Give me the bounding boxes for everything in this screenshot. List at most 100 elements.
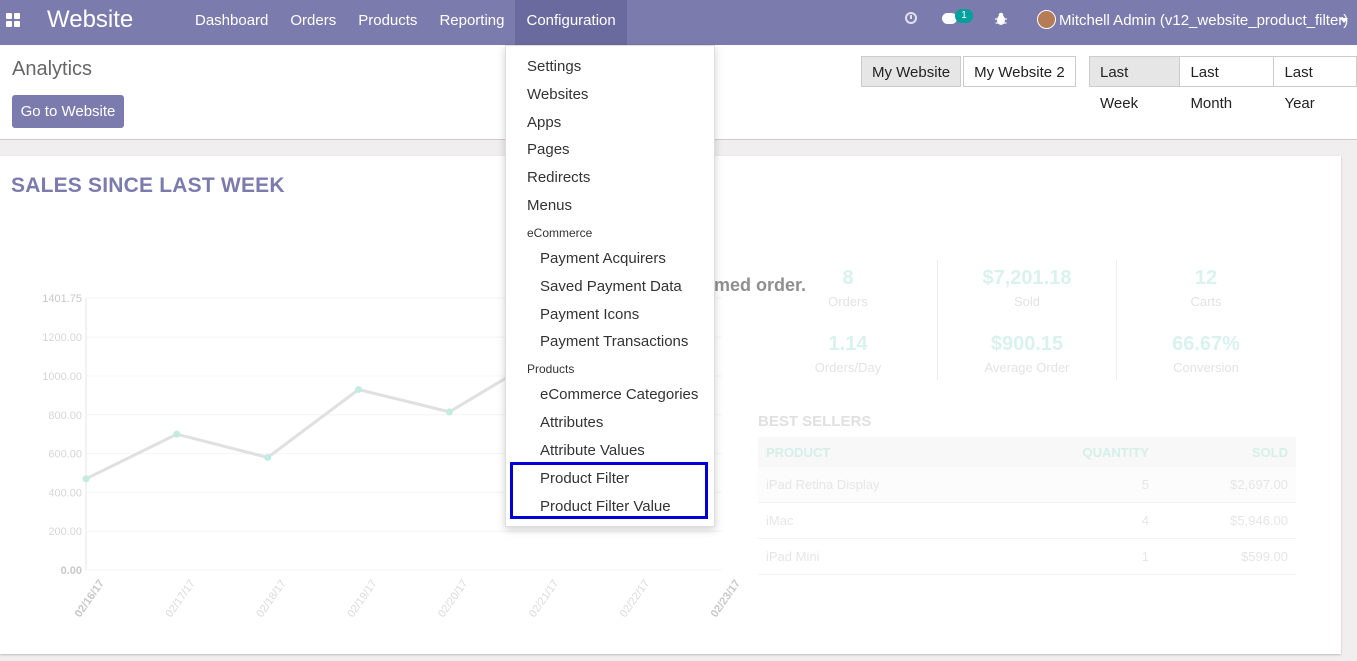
stat-value: 12 — [1194, 267, 1218, 289]
chat-count-badge: 1 — [955, 9, 973, 23]
cell-quantity: 5 — [1001, 467, 1157, 503]
top-navbar: Website Dashboard Orders Products Report… — [0, 0, 1357, 45]
website-switcher: My Website My Website 2 — [861, 56, 1076, 87]
cell-sold: $2,697.00 — [1156, 467, 1296, 503]
chevron-down-icon[interactable] — [1340, 18, 1348, 23]
stat-label: Orders/Day — [814, 360, 882, 375]
stat-label: Carts — [1190, 294, 1222, 309]
x-tick-label: 02/21/17 — [527, 578, 561, 620]
x-tick-label: 02/17/17 — [163, 578, 197, 620]
x-tick-label: 02/23/17 — [709, 578, 740, 620]
dropdown-item-menus[interactable]: Menus — [506, 193, 714, 219]
period-switcher: Last Week Last Month Last Year — [1089, 56, 1357, 112]
highlight-box — [510, 462, 708, 519]
best-sellers-title: BEST SELLERS — [758, 413, 872, 430]
stat-label: Conversion — [1173, 360, 1239, 375]
stat-sold: $7,201.18 Sold — [938, 267, 1116, 309]
cell-sold: $5,946.00 — [1156, 502, 1296, 539]
stat-conversion: 66.67% Conversion — [1117, 333, 1295, 375]
menu-orders[interactable]: Orders — [279, 0, 347, 45]
stat-average-order: $900.15 Average Order — [938, 333, 1116, 375]
table-row[interactable]: iMac 4 $5,946.00 — [758, 502, 1296, 539]
menu-dashboard[interactable]: Dashboard — [184, 0, 279, 45]
menu-products[interactable]: Products — [347, 0, 428, 45]
y-tick-label: 1401.75 — [42, 293, 82, 305]
data-point[interactable] — [173, 430, 181, 438]
y-tick-label: 400.00 — [48, 487, 82, 499]
stat-divider — [937, 260, 938, 380]
y-tick-label: 600.00 — [48, 449, 82, 461]
dropdown-item-attribute-values[interactable]: Attribute Values — [506, 438, 714, 464]
x-tick-label: 02/20/17 — [436, 578, 470, 620]
stat-value: $7,201.18 — [982, 267, 1072, 289]
apps-icon[interactable] — [6, 13, 20, 27]
stat-value: $900.15 — [990, 333, 1064, 355]
menu-configuration[interactable]: Configuration — [515, 0, 627, 45]
table-header-row: PRODUCT QUANTITY SOLD — [758, 437, 1296, 467]
cell-sold: $599.00 — [1156, 538, 1296, 575]
dropdown-item-pages[interactable]: Pages — [506, 137, 714, 163]
go-to-website-button[interactable]: Go to Website — [12, 95, 124, 128]
stat-divider — [1116, 260, 1117, 380]
app-brand[interactable]: Website — [47, 6, 133, 34]
y-tick-label: 1000.00 — [42, 371, 82, 383]
dropdown-item-payment-icons[interactable]: Payment Icons — [506, 302, 714, 328]
breadcrumb: Analytics — [12, 58, 93, 80]
y-tick-label: 800.00 — [48, 410, 82, 422]
main-menu: Dashboard Orders Products Reporting Conf… — [184, 0, 627, 45]
website-button-my-website[interactable]: My Website — [861, 56, 962, 87]
column-sold: SOLD — [1156, 437, 1296, 467]
website-button-my-website-2[interactable]: My Website 2 — [963, 56, 1076, 87]
data-point[interactable] — [264, 453, 272, 461]
dropdown-header-products: Products — [527, 362, 575, 376]
x-tick-label: 02/16/17 — [73, 578, 107, 620]
dropdown-item-settings[interactable]: Settings — [506, 54, 714, 80]
dropdown-item-payment-acquirers[interactable]: Payment Acquirers — [506, 246, 714, 272]
period-last-week[interactable]: Last Week — [1089, 56, 1181, 112]
dropdown-item-attributes[interactable]: Attributes — [506, 410, 714, 436]
stat-value: 8 — [842, 267, 854, 289]
cell-product: iPad Retina Display — [758, 467, 1002, 503]
stat-carts: 12 Carts — [1117, 267, 1295, 309]
x-tick-label: 02/19/17 — [345, 578, 379, 620]
menu-reporting[interactable]: Reporting — [428, 0, 515, 45]
clock-icon[interactable] — [905, 12, 917, 24]
sales-title: SALES SINCE LAST WEEK — [11, 174, 285, 197]
avatar[interactable] — [1037, 10, 1056, 29]
table-row[interactable]: iPad Mini 1 $599.00 — [758, 538, 1296, 575]
y-tick-label: 200.00 — [48, 526, 82, 538]
cell-product: iPad Mini — [758, 538, 1002, 575]
stat-orders: 8 Orders — [759, 267, 937, 309]
dropdown-item-ecommerce-categories[interactable]: eCommerce Categories — [506, 382, 714, 408]
user-menu[interactable]: Mitchell Admin (v12_website_product_filt… — [1059, 0, 1348, 41]
stat-orders-per-day: 1.14 Orders/Day — [759, 333, 937, 375]
dropdown-item-websites[interactable]: Websites — [506, 82, 714, 108]
stat-label: Orders — [828, 294, 868, 309]
data-point[interactable] — [82, 475, 90, 483]
stat-label: Average Order — [984, 360, 1070, 375]
stat-value: 1.14 — [828, 333, 868, 355]
cell-quantity: 1 — [1001, 538, 1157, 575]
column-product: PRODUCT — [758, 437, 1002, 467]
period-last-year[interactable]: Last Year — [1273, 56, 1357, 112]
bug-icon[interactable] — [995, 12, 1007, 26]
table-row[interactable]: iPad Retina Display 5 $2,697.00 — [758, 467, 1296, 503]
cell-product: iMac — [758, 502, 1002, 539]
dropdown-header-ecommerce: eCommerce — [527, 226, 593, 240]
x-tick-label: 02/18/17 — [254, 578, 288, 620]
data-point[interactable] — [355, 386, 363, 394]
period-last-month[interactable]: Last Month — [1179, 56, 1275, 112]
stat-label: Sold — [1013, 294, 1041, 309]
data-point[interactable] — [445, 408, 453, 416]
y-tick-label: 0.00 — [61, 565, 82, 577]
x-tick-label: 02/22/17 — [618, 578, 652, 620]
dropdown-item-redirects[interactable]: Redirects — [506, 165, 714, 191]
dropdown-item-saved-payment-data[interactable]: Saved Payment Data — [506, 274, 714, 300]
column-quantity: QUANTITY — [1001, 437, 1157, 467]
dropdown-item-apps[interactable]: Apps — [506, 110, 714, 136]
configuration-dropdown: Settings Websites Apps Pages Redirects Menus e… — [505, 45, 715, 527]
y-tick-label: 1200.00 — [42, 332, 82, 344]
cell-quantity: 4 — [1001, 502, 1157, 539]
dropdown-item-payment-transactions[interactable]: Payment Transactions — [506, 329, 714, 355]
stat-value: 66.67% — [1172, 333, 1240, 355]
